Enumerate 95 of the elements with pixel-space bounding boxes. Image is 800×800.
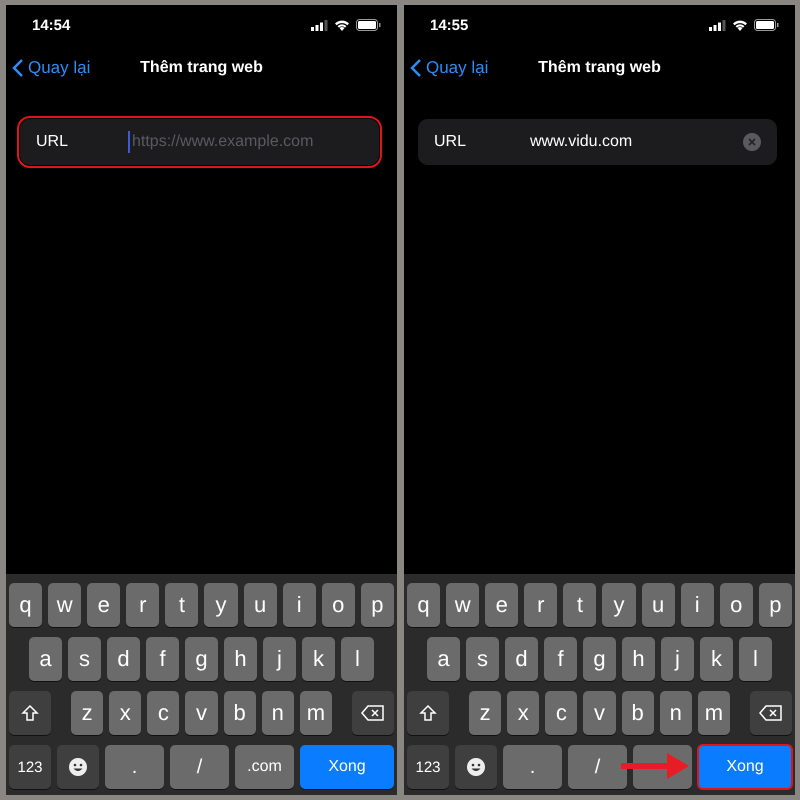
wifi-icon [732,19,748,31]
shift-icon [21,704,39,722]
letter-key[interactable]: u [244,583,277,627]
letter-key[interactable]: q [9,583,42,627]
numbers-key[interactable]: 123 [407,745,449,789]
letter-key[interactable]: v [583,691,616,735]
letter-key[interactable]: g [583,637,616,681]
letter-key[interactable]: s [466,637,499,681]
done-key[interactable]: Xong [300,745,394,789]
letter-key[interactable]: o [322,583,355,627]
letter-key[interactable]: r [126,583,160,627]
numbers-key[interactable]: 123 [9,745,51,789]
letter-key[interactable]: d [505,637,538,681]
backspace-icon [360,705,385,721]
letter-key[interactable]: z [469,691,502,735]
url-field[interactable]: URL https://www.example.com [20,119,379,165]
backspace-icon [758,705,783,721]
letter-key[interactable]: u [642,583,675,627]
letter-key[interactable]: y [204,583,238,627]
letter-key[interactable]: a [29,637,62,681]
letter-key[interactable]: y [602,583,636,627]
letter-key[interactable]: p [758,583,792,627]
letter-key[interactable]: m [300,691,332,735]
done-key[interactable]: Xong [698,745,792,789]
letter-key[interactable]: x [109,691,142,735]
emoji-icon [466,757,486,777]
backspace-key[interactable] [750,691,792,735]
letter-key[interactable]: e [485,583,518,627]
letter-key[interactable]: p [360,583,394,627]
letter-key[interactable]: l [739,637,772,681]
url-field[interactable]: URL www.vidu.com [418,119,777,165]
letter-key[interactable]: f [544,637,577,681]
letter-key[interactable]: l [341,637,374,681]
letter-key[interactable]: j [263,637,296,681]
clear-button[interactable] [743,133,761,151]
letter-key[interactable]: f [146,637,179,681]
backspace-key[interactable] [352,691,394,735]
letter-key[interactable]: t [563,583,596,627]
letter-key[interactable]: q [407,583,440,627]
letter-key[interactable]: a [427,637,460,681]
letter-key[interactable]: k [700,637,733,681]
field-value: www.vidu.com [529,133,632,151]
letter-key[interactable]: v [185,691,218,735]
key[interactable]: . [105,745,164,789]
letter-key[interactable]: d [107,637,140,681]
letter-key[interactable]: b [622,691,654,735]
field-placeholder: https://www.example.com [131,133,314,151]
letter-key[interactable]: n [262,691,294,735]
emoji-icon [68,757,88,777]
shift-icon [419,704,437,722]
letter-key[interactable]: x [507,691,540,735]
letter-key[interactable]: m [698,691,730,735]
signal-icon [709,20,726,30]
page-title: Thêm trang web [538,59,661,77]
emoji-key[interactable] [455,745,497,789]
close-icon [748,138,756,146]
letter-key[interactable]: b [224,691,256,735]
letter-key[interactable]: e [87,583,120,627]
letter-key[interactable]: o [720,583,753,627]
letter-key[interactable]: w [446,583,480,627]
key[interactable]: / [568,745,627,789]
letter-key[interactable]: c [545,691,578,735]
wifi-icon [334,19,350,31]
status-time: 14:55 [430,16,468,34]
letter-key[interactable]: z [71,691,104,735]
chevron-left-icon [410,58,422,78]
letter-key[interactable]: c [147,691,180,735]
page-title: Thêm trang web [140,59,263,77]
letter-key[interactable]: k [302,637,335,681]
letter-key[interactable]: s [68,637,101,681]
letter-key[interactable]: w [48,583,82,627]
emoji-key[interactable] [57,745,99,789]
field-label: URL [36,133,70,151]
key[interactable]: / [170,745,229,789]
battery-icon [754,19,779,31]
letter-key[interactable]: j [661,637,694,681]
letter-key[interactable]: i [680,583,714,627]
letter-key[interactable]: h [622,637,655,681]
letter-key[interactable]: g [185,637,218,681]
status-time: 14:54 [32,16,70,34]
shift-key[interactable] [9,691,51,735]
back-button[interactable]: Quay lại [404,58,488,78]
letter-key[interactable]: h [224,637,257,681]
key[interactable]: . [503,745,562,789]
back-button[interactable]: Quay lại [6,58,90,78]
letter-key[interactable]: n [660,691,692,735]
letter-key[interactable]: t [165,583,198,627]
field-label: URL [434,133,468,151]
battery-icon [356,19,381,31]
signal-icon [311,20,328,30]
key[interactable]: .com [235,745,294,789]
letter-key[interactable]: r [524,583,558,627]
shift-key[interactable] [407,691,449,735]
chevron-left-icon [12,58,24,78]
letter-key[interactable]: i [282,583,316,627]
